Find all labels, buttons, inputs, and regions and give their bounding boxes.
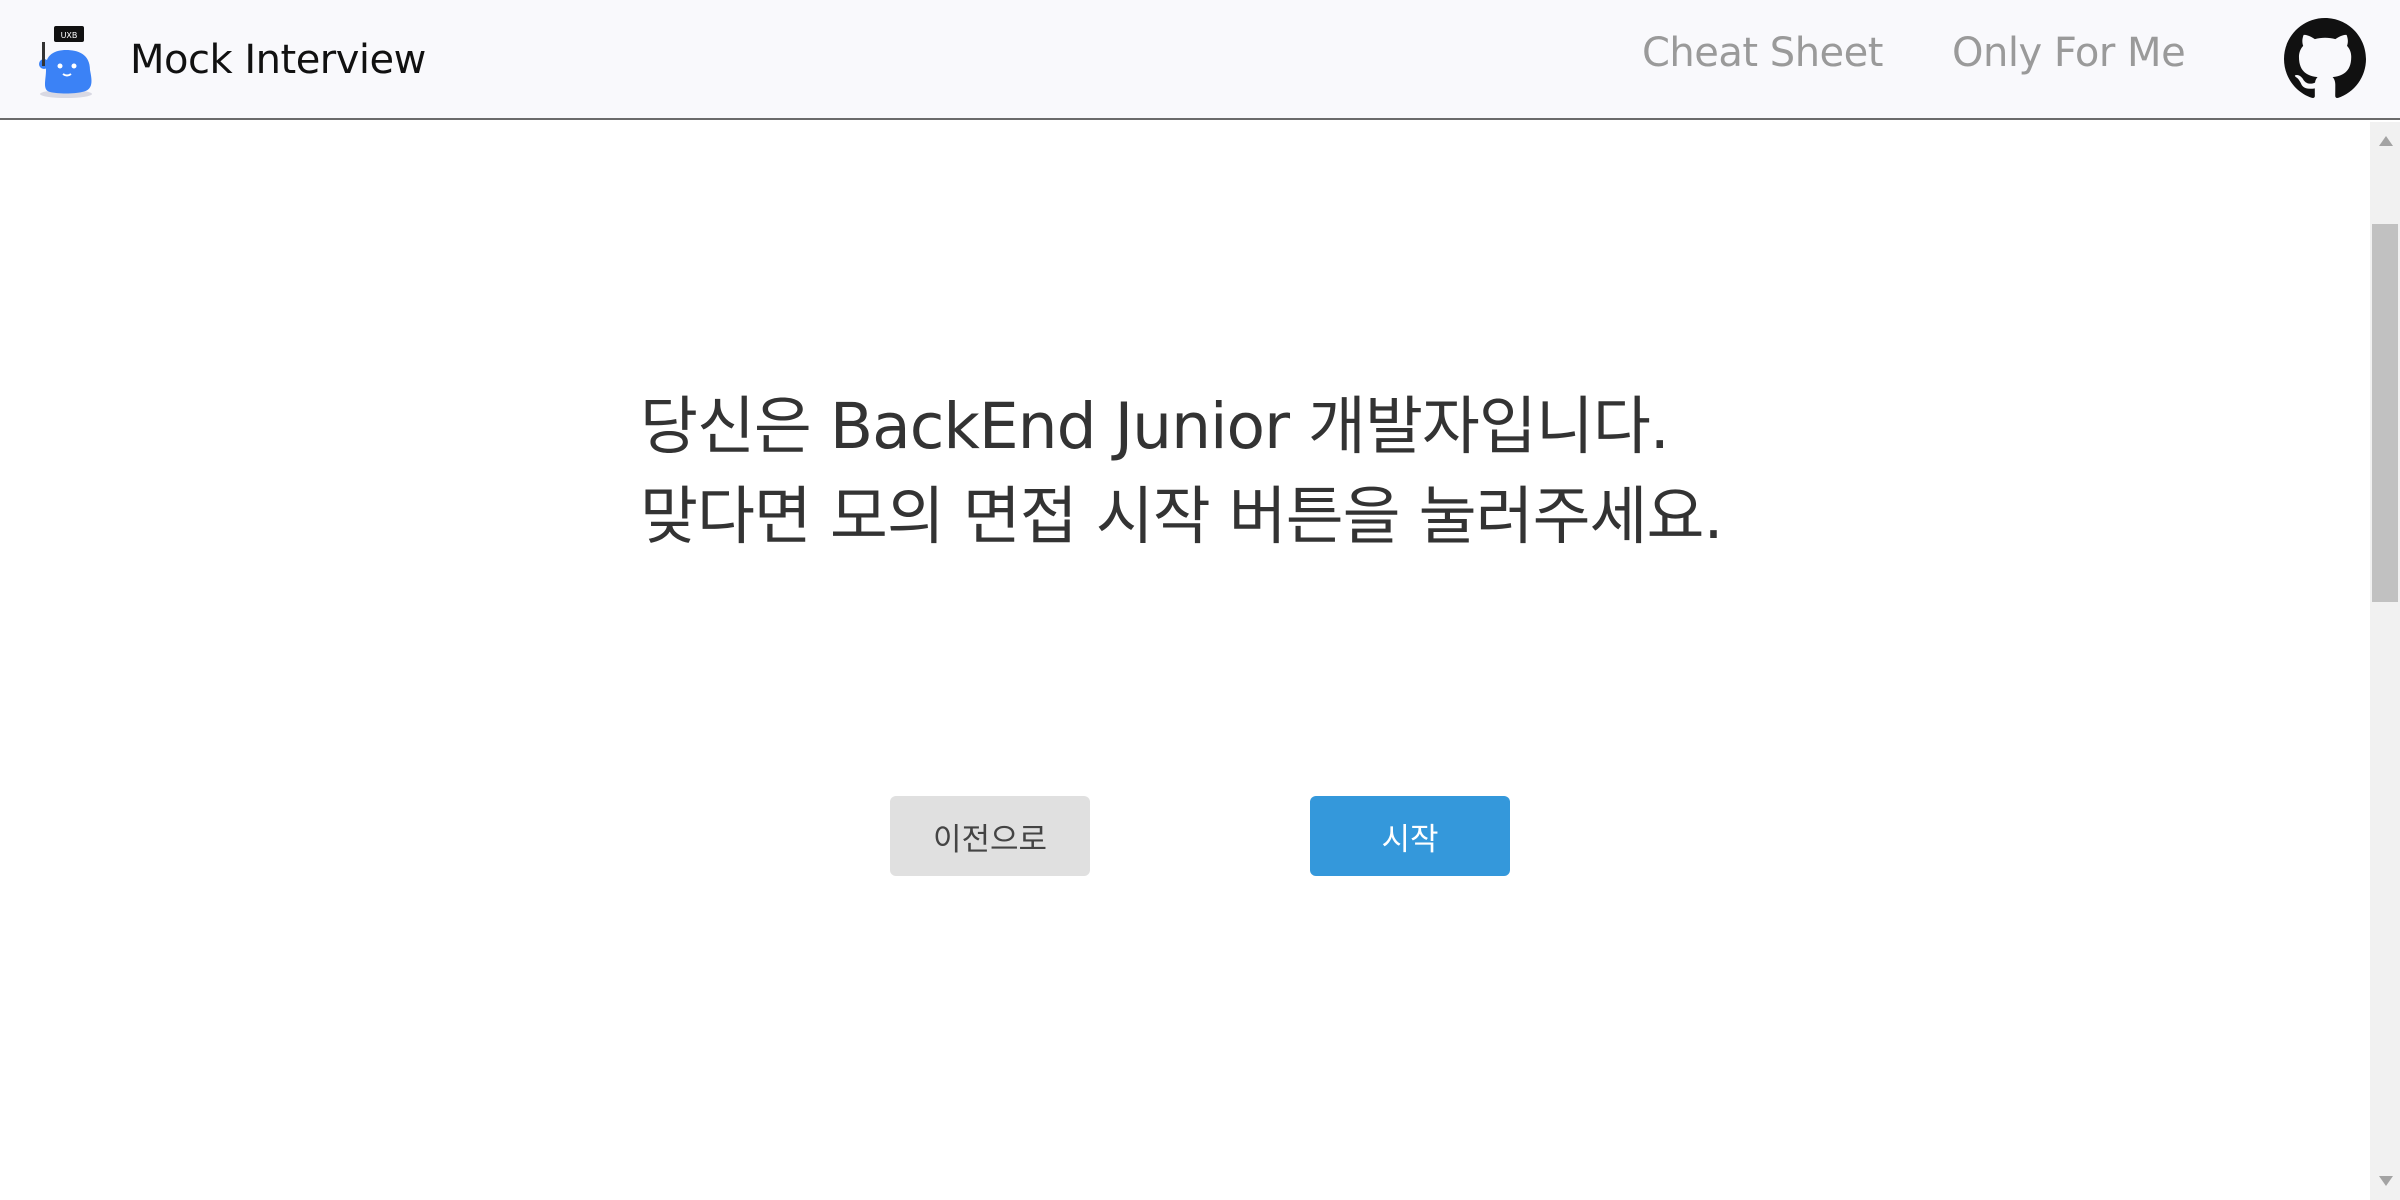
headline-line-role: 당신은 BackEnd Junior 개발자입니다. (640, 390, 1670, 463)
nav-link-only-for-me[interactable]: Only For Me (1952, 30, 2186, 76)
previous-button[interactable]: 이전으로 (890, 796, 1090, 876)
vertical-scrollbar[interactable] (2370, 122, 2400, 1200)
confirmation-headline: 당신은 BackEnd Junior 개발자입니다. 맞다면 모의 면접 시작 … (640, 382, 1723, 562)
scrollbar-thumb[interactable] (2372, 224, 2398, 602)
github-link[interactable] (2284, 18, 2366, 100)
brand-title: Mock Interview (130, 37, 426, 83)
headline-line-instruction: 맞다면 모의 면접 시작 버튼을 눌러주세요. (640, 480, 1723, 553)
brand-home-link[interactable]: UXB Mock Interview (36, 20, 426, 100)
main-content: 당신은 BackEnd Junior 개발자입니다. 맞다면 모의 면접 시작 … (0, 122, 2370, 1200)
svg-text:UXB: UXB (61, 31, 78, 40)
top-navbar: UXB Mock Interview Cheat Sheet Only For … (0, 0, 2400, 120)
start-button[interactable]: 시작 (1310, 796, 1510, 876)
github-icon (2284, 18, 2366, 98)
nav-link-cheat-sheet[interactable]: Cheat Sheet (1642, 30, 1883, 76)
blue-mascot-logo-icon: UXB (39, 26, 92, 98)
scroll-up-arrow-icon[interactable] (2379, 136, 2393, 146)
scroll-down-arrow-icon[interactable] (2379, 1176, 2393, 1186)
